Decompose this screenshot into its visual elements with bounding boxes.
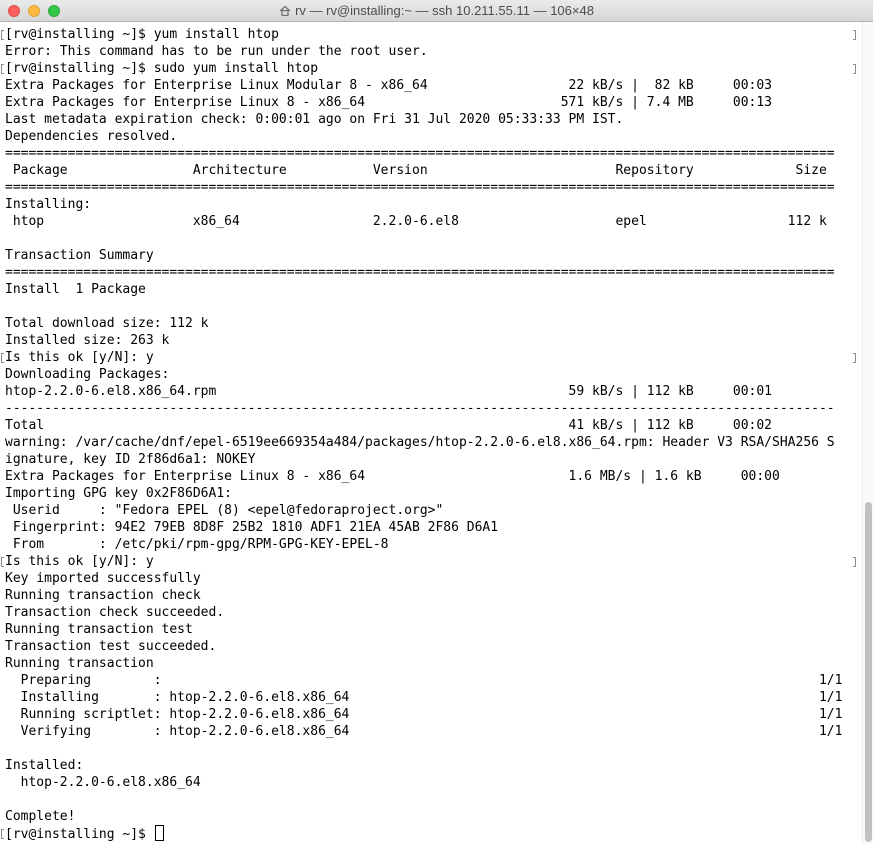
terminal-line: Total download size: 112 k (5, 316, 209, 331)
text-cursor (154, 825, 164, 841)
terminal-line: Is this ok [y/N]: y (5, 350, 154, 365)
terminal-line: Running transaction check (5, 588, 201, 603)
terminal-line: Installing: (5, 197, 92, 212)
title-bar[interactable]: rv — rv@installing:~ — ssh 10.211.55.11 … (0, 0, 873, 22)
terminal-line: From : /etc/pki/rpm-gpg/RPM-GPG-KEY-EPEL… (5, 537, 389, 552)
terminal-window: rv — rv@installing:~ — ssh 10.211.55.11 … (0, 0, 873, 845)
terminal-line: ========================================… (5, 146, 835, 161)
scrollbar-thumb[interactable] (865, 502, 872, 842)
terminal-line: Package Architecture Version Repository … (5, 163, 827, 178)
terminal-line: ========================================… (5, 265, 835, 280)
terminal-line: htop-2.2.0-6.el8.x86_64.rpm 59 kB/s | 11… (5, 384, 773, 399)
terminal-line: ignature, key ID 2f86d6a1: NOKEY (5, 452, 256, 467)
terminal-line: Preparing : 1/1 (5, 673, 843, 688)
terminal-line: htop-2.2.0-6.el8.x86_64 (5, 775, 201, 790)
terminal-line: ========================================… (5, 180, 835, 195)
shell-prompt: [rv@installing ~]$ (5, 827, 154, 842)
terminal-line: Extra Packages for Enterprise Linux Modu… (5, 78, 773, 93)
terminal-line: Transaction test succeeded. (5, 639, 217, 654)
terminal-line: Userid : "Fedora EPEL (8) <epel@fedorapr… (5, 503, 444, 518)
terminal-line: [rv@installing ~]$ yum install htop (5, 27, 279, 42)
terminal-line: Installed: (5, 758, 84, 773)
terminal-line: Is this ok [y/N]: y (5, 554, 154, 569)
terminal-line: htop x86_64 2.2.0-6.el8 epel 112 k (5, 214, 827, 229)
terminal-line: Installing : htop-2.2.0-6.el8.x86_64 1/1 (5, 690, 843, 705)
terminal-line: Fingerprint: 94E2 79EB 8D8F 25B2 1810 AD… (5, 520, 499, 535)
terminal-output[interactable]: [rv@installing ~]$ yum install htop Error… (0, 22, 862, 845)
terminal-line: Extra Packages for Enterprise Linux 8 - … (5, 469, 780, 484)
terminal-line: Extra Packages for Enterprise Linux 8 - … (5, 95, 773, 110)
terminal-line: Running scriptlet: htop-2.2.0-6.el8.x86_… (5, 707, 843, 722)
terminal-line: Total 41 kB/s | 112 kB 00:02 (5, 418, 773, 433)
terminal-line: ----------------------------------------… (5, 401, 835, 416)
window-title-container: rv — rv@installing:~ — ssh 10.211.55.11 … (0, 3, 873, 18)
terminal-line: Dependencies resolved. (5, 129, 178, 144)
terminal-line: Complete! (5, 809, 76, 824)
terminal-line: Running transaction (5, 656, 154, 671)
vertical-scrollbar[interactable] (862, 22, 873, 845)
terminal-line: Running transaction test (5, 622, 193, 637)
terminal-line: Error: This command has to be run under … (5, 44, 428, 59)
terminal-line: Downloading Packages: (5, 367, 170, 382)
terminal-line: Transaction Summary (5, 248, 154, 263)
terminal-line: Installed size: 263 k (5, 333, 170, 348)
terminal-line: [rv@installing ~]$ sudo yum install htop (5, 61, 319, 76)
terminal-line: Key imported successfully (5, 571, 201, 586)
terminal-prompt-line[interactable]: [rv@installing ~]$ (5, 825, 862, 842)
terminal-line: Importing GPG key 0x2F86D6A1: (5, 486, 232, 501)
terminal-line: warning: /var/cache/dnf/epel-6519ee66935… (5, 435, 835, 450)
terminal-line: Transaction check succeeded. (5, 605, 225, 620)
window-title: rv — rv@installing:~ — ssh 10.211.55.11 … (295, 3, 594, 18)
terminal-line: Verifying : htop-2.2.0-6.el8.x86_64 1/1 (5, 724, 843, 739)
home-folder-icon (279, 5, 291, 16)
terminal-line: Install 1 Package (5, 282, 146, 297)
terminal-line: Last metadata expiration check: 0:00:01 … (5, 112, 624, 127)
